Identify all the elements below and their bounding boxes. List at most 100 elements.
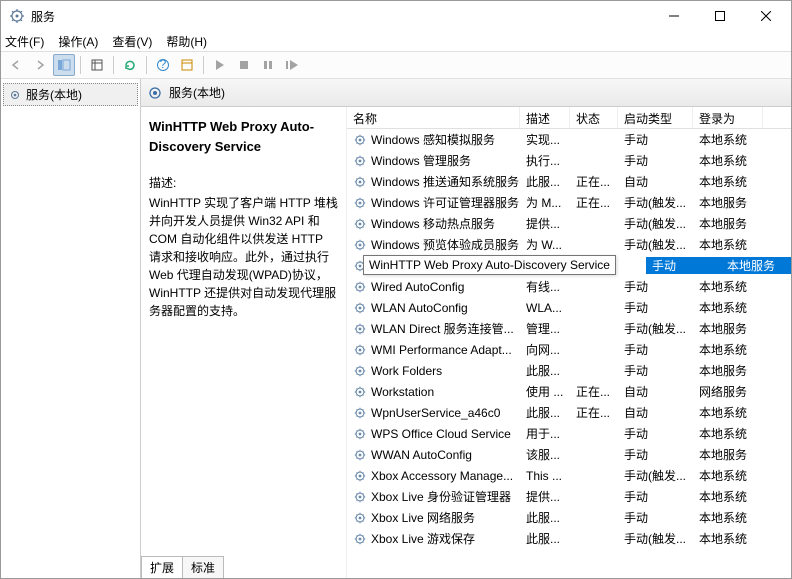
cell-startup: 手动 xyxy=(618,425,693,442)
description-label: 描述: xyxy=(149,174,338,192)
show-hide-tree-button[interactable] xyxy=(53,54,75,76)
col-logon[interactable]: 登录为 xyxy=(693,107,763,128)
stop-service-button xyxy=(233,54,255,76)
cell-name: Workstation xyxy=(347,385,520,399)
cell-logon: 网络服务 xyxy=(693,383,763,400)
cell-desc: 使用 ... xyxy=(520,383,570,400)
cell-startup: 手动 xyxy=(618,341,693,358)
table-row[interactable]: WpnUserService_a46c0此服...正在...自动本地系统 xyxy=(347,402,791,423)
cell-desc: 为 W... xyxy=(520,236,570,253)
maximize-button[interactable] xyxy=(697,1,743,31)
cell-desc: 该服... xyxy=(520,446,570,463)
back-button xyxy=(5,54,27,76)
cell-name: WLAN Direct 服务连接管... xyxy=(347,320,520,337)
table-row[interactable]: Xbox Live 游戏保存此服...手动(触发...本地系统 xyxy=(347,528,791,549)
table-row[interactable]: Xbox Accessory Manage...This ...手动(触发...… xyxy=(347,465,791,486)
selected-service-title: WinHTTP Web Proxy Auto-Discovery Service xyxy=(149,117,338,156)
cell-desc: 为 M... xyxy=(520,194,570,211)
table-row[interactable]: WLAN Direct 服务连接管...管理...手动(触发...本地服务 xyxy=(347,318,791,339)
help-button[interactable]: ? xyxy=(152,54,174,76)
cell-name: Windows 许可证管理器服务 xyxy=(347,194,520,211)
tab-extended[interactable]: 扩展 xyxy=(141,556,183,578)
table-row[interactable]: Windows 管理服务执行...手动本地系统 xyxy=(347,150,791,171)
column-headers[interactable]: 名称 描述 状态 启动类型 登录为 xyxy=(347,107,791,129)
cell-desc: 用于... xyxy=(520,425,570,442)
cell-desc: 向网... xyxy=(520,341,570,358)
table-row[interactable]: Work Folders此服...手动本地服务 xyxy=(347,360,791,381)
menu-help[interactable]: 帮助(H) xyxy=(166,33,207,50)
cell-logon: 本地系统 xyxy=(693,509,763,526)
cell-name: Xbox Accessory Manage... xyxy=(347,469,520,483)
cell-desc: 此服... xyxy=(520,173,570,190)
cell-desc: 提供... xyxy=(520,215,570,232)
tree-item-services-local[interactable]: 服务(本地) xyxy=(3,83,138,106)
refresh-button[interactable] xyxy=(119,54,141,76)
table-row[interactable]: Windows 许可证管理器服务为 M...正在...手动(触发...本地服务 xyxy=(347,192,791,213)
cell-desc: 此服... xyxy=(520,362,570,379)
table-row[interactable]: WinHTTP Web Proxy Auto-...WinHTTP Web Pr… xyxy=(347,255,791,276)
close-button[interactable] xyxy=(743,1,789,31)
cell-desc: 实现... xyxy=(520,131,570,148)
cell-name: Xbox Live 网络服务 xyxy=(347,509,520,526)
cell-name: WpnUserService_a46c0 xyxy=(347,406,520,420)
cell-name: WPS Office Cloud Service xyxy=(347,427,520,441)
cell-desc: WLA... xyxy=(520,301,570,315)
col-status[interactable]: 状态 xyxy=(570,107,618,128)
cell-status: 正在... xyxy=(570,383,618,400)
pause-service-button xyxy=(257,54,279,76)
table-row[interactable]: WMI Performance Adapt...向网...手动本地系统 xyxy=(347,339,791,360)
col-desc[interactable]: 描述 xyxy=(520,107,570,128)
table-row[interactable]: Wired AutoConfig有线...手动本地系统 xyxy=(347,276,791,297)
cell-desc: 此服... xyxy=(520,530,570,547)
table-row[interactable]: WLAN AutoConfigWLA...手动本地系统 xyxy=(347,297,791,318)
table-row[interactable]: WWAN AutoConfig该服...手动本地服务 xyxy=(347,444,791,465)
tree-pane[interactable]: 服务(本地) xyxy=(1,79,141,578)
cell-desc: This ... xyxy=(520,469,570,483)
export-button[interactable] xyxy=(86,54,108,76)
cell-startup: 自动 xyxy=(618,383,693,400)
menu-action[interactable]: 操作(A) xyxy=(58,33,98,50)
list-header-bar: 服务(本地) xyxy=(141,79,791,107)
table-row[interactable]: Windows 推送通知系统服务此服...正在...自动本地系统 xyxy=(347,171,791,192)
cell-desc: 执行... xyxy=(520,152,570,169)
cell-desc: 有线... xyxy=(520,278,570,295)
view-tabs: 扩展 标准 xyxy=(141,556,223,578)
table-row[interactable]: Windows 移动热点服务提供...手动(触发...本地服务 xyxy=(347,213,791,234)
cell-startup: 手动(触发... xyxy=(618,194,693,211)
services-list[interactable]: 名称 描述 状态 启动类型 登录为 Windows 感知模拟服务实现...手动本… xyxy=(346,107,791,578)
cell-startup: 手动(触发... xyxy=(618,215,693,232)
menu-file[interactable]: 文件(F) xyxy=(5,33,44,50)
table-row[interactable]: Windows 预览体验成员服务为 W...手动(触发...本地系统 xyxy=(347,234,791,255)
cell-logon: 本地系统 xyxy=(693,488,763,505)
menu-view[interactable]: 查看(V) xyxy=(112,33,152,50)
cell-logon: 本地系统 xyxy=(693,236,763,253)
cell-startup: 手动(触发... xyxy=(618,530,693,547)
minimize-button[interactable] xyxy=(651,1,697,31)
table-row[interactable]: Xbox Live 网络服务此服...手动本地系统 xyxy=(347,507,791,528)
cell-logon: 本地服务 xyxy=(693,215,763,232)
cell-startup: 手动 xyxy=(618,152,693,169)
cell-logon: 本地服务 xyxy=(693,194,763,211)
app-icon xyxy=(9,8,25,24)
title-bar: 服务 xyxy=(1,1,791,31)
table-row[interactable]: Windows 感知模拟服务实现...手动本地系统 xyxy=(347,129,791,150)
cell-startup: 手动(触发... xyxy=(618,236,693,253)
properties-button[interactable] xyxy=(176,54,198,76)
cell-startup: 手动 xyxy=(618,446,693,463)
cell-logon: 本地系统 xyxy=(693,530,763,547)
cell-logon: 本地系统 xyxy=(693,173,763,190)
table-row[interactable]: Workstation使用 ...正在...自动网络服务 xyxy=(347,381,791,402)
cell-name: WWAN AutoConfig xyxy=(347,448,520,462)
toolbar: ? xyxy=(1,51,791,79)
table-row[interactable]: WPS Office Cloud Service用于...手动本地系统 xyxy=(347,423,791,444)
cell-desc: 此服... xyxy=(520,404,570,421)
tab-standard[interactable]: 标准 xyxy=(182,556,224,578)
cell-logon: 本地系统 xyxy=(693,131,763,148)
col-startup[interactable]: 启动类型 xyxy=(618,107,693,128)
cell-status: 正在... xyxy=(570,404,618,421)
menu-bar: 文件(F) 操作(A) 查看(V) 帮助(H) xyxy=(1,31,791,51)
cell-desc: 此服... xyxy=(520,509,570,526)
cell-logon: 本地系统 xyxy=(693,299,763,316)
table-row[interactable]: Xbox Live 身份验证管理器提供...手动本地系统 xyxy=(347,486,791,507)
col-name[interactable]: 名称 xyxy=(347,107,520,128)
